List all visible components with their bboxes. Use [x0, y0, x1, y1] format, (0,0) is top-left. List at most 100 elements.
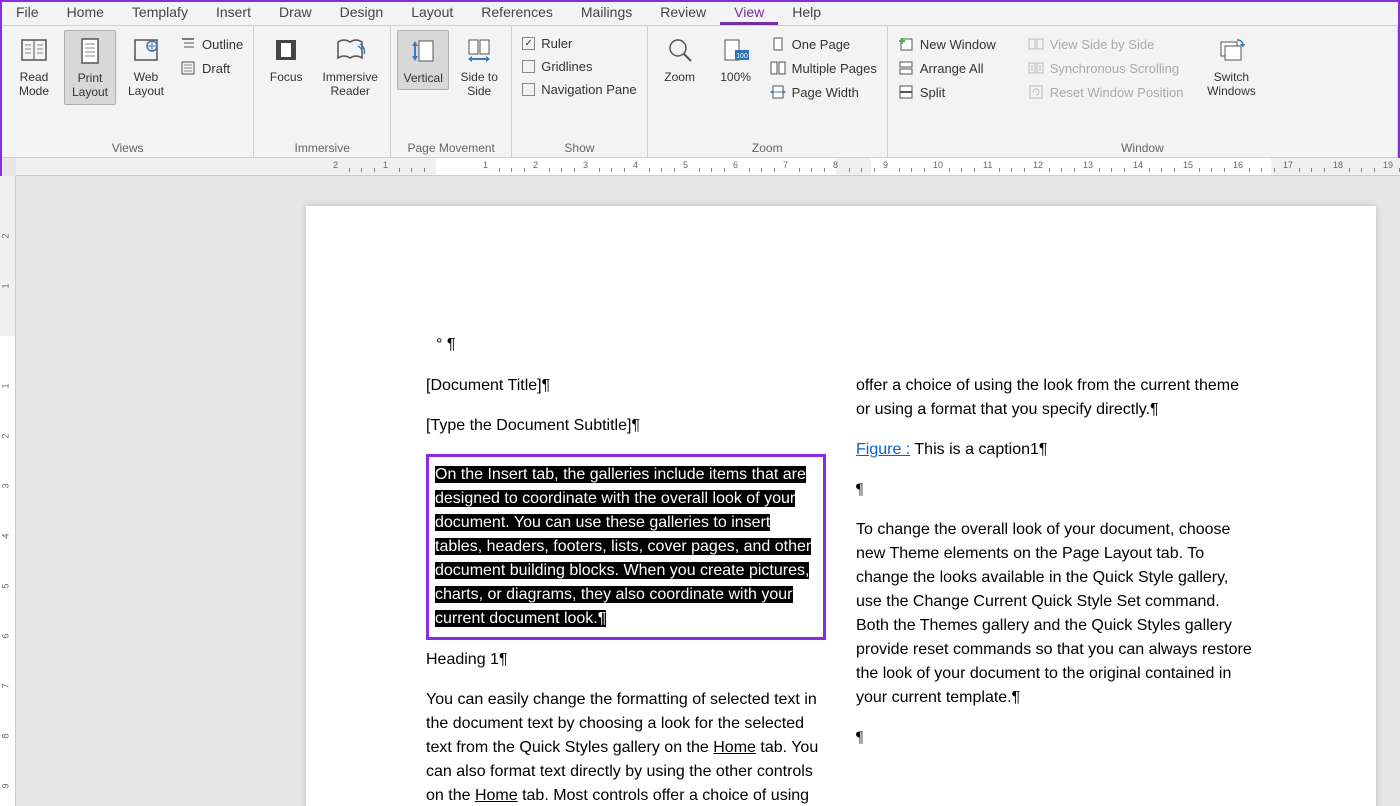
page-width-button[interactable]: Page Width [766, 82, 881, 102]
navigation-pane-checkbox[interactable]: Navigation Pane [518, 80, 640, 99]
read-mode-label: Read Mode [10, 70, 58, 99]
horizontal-ruler[interactable]: 2112345678910111213141516171819 [16, 158, 1400, 176]
switch-windows-button[interactable]: Switch Windows [1201, 30, 1261, 103]
side-to-side-label: Side to Side [455, 70, 503, 99]
heading-1[interactable]: Heading 1¶ [426, 648, 826, 672]
arrange-all-button[interactable]: Arrange All [894, 58, 1000, 78]
zoom-group-label: Zoom [654, 139, 881, 155]
menu-insert[interactable]: Insert [202, 2, 265, 25]
ribbon-group-window: New Window Arrange All Split [888, 26, 1398, 157]
menu-layout[interactable]: Layout [397, 2, 467, 25]
page-movement-group-label: Page Movement [397, 139, 505, 155]
gridlines-checkbox[interactable]: Gridlines [518, 57, 640, 76]
view-side-by-side-icon [1028, 36, 1044, 52]
multiple-pages-button[interactable]: Multiple Pages [766, 58, 881, 78]
figure-caption[interactable]: Figure : This is a caption1¶ [856, 438, 1256, 462]
draft-button[interactable]: Draft [176, 58, 247, 78]
menu-home[interactable]: Home [53, 2, 118, 25]
read-mode-icon [18, 34, 50, 66]
show-group-label: Show [518, 139, 640, 155]
immersive-group-label: Immersive [260, 139, 384, 155]
column-1: [Document Title]¶ [Type the Document Sub… [426, 374, 826, 806]
split-label: Split [920, 85, 945, 100]
page-width-label: Page Width [792, 85, 859, 100]
menu-view[interactable]: View [720, 2, 778, 25]
checkbox-icon [522, 60, 535, 73]
reset-window-position-icon [1028, 84, 1044, 100]
synchronous-scrolling-icon [1028, 60, 1044, 76]
immersive-reader-icon [334, 34, 366, 66]
figure-caption-text: This is a caption1¶ [910, 441, 1047, 458]
vertical-button[interactable]: Vertical [397, 30, 449, 90]
ruler-checkbox[interactable]: ✓ Ruler [518, 34, 640, 53]
read-mode-button[interactable]: Read Mode [8, 30, 60, 103]
hundred-percent-icon: 100 [720, 34, 752, 66]
menu-templafy[interactable]: Templafy [118, 2, 202, 25]
focus-button[interactable]: Focus [260, 30, 312, 88]
home-link-2: Home [475, 787, 518, 804]
focus-icon [270, 34, 302, 66]
home-link-1: Home [713, 739, 756, 756]
menu-design[interactable]: Design [326, 2, 398, 25]
document-subtitle-placeholder[interactable]: [Type the Document Subtitle]¶ [426, 414, 826, 438]
ribbon-group-zoom: Zoom 100 100% One Page [648, 26, 888, 157]
paragraph-2[interactable]: You can easily change the formatting of … [426, 688, 826, 806]
split-button[interactable]: Split [894, 82, 1000, 102]
web-layout-icon [130, 34, 162, 66]
outline-button[interactable]: Outline [176, 34, 247, 54]
switch-windows-icon [1215, 34, 1247, 66]
zoom-label: Zoom [664, 70, 695, 84]
ribbon: Read Mode Print Layout Web Layout [2, 26, 1398, 158]
ribbon-group-page-movement: Vertical Side to Side Page Movement [391, 26, 512, 157]
side-to-side-icon [463, 34, 495, 66]
menu-draw[interactable]: Draw [265, 2, 326, 25]
ruler-label: Ruler [541, 36, 572, 51]
hundred-percent-button[interactable]: 100 100% [710, 30, 762, 88]
menu-mailings[interactable]: Mailings [567, 2, 646, 25]
reset-window-position-label: Reset Window Position [1050, 85, 1184, 100]
arrange-all-label: Arrange All [920, 61, 984, 76]
print-layout-label: Print Layout [67, 71, 113, 100]
one-page-icon [770, 36, 786, 52]
view-side-by-side-button: View Side by Side [1024, 34, 1188, 54]
multiple-pages-label: Multiple Pages [792, 61, 877, 76]
document-title-placeholder[interactable]: [Document Title]¶ [426, 374, 826, 398]
split-icon [898, 84, 914, 100]
gridlines-label: Gridlines [541, 59, 592, 74]
view-side-by-side-label: View Side by Side [1050, 37, 1155, 52]
synchronous-scrolling-label: Synchronous Scrolling [1050, 61, 1179, 76]
vertical-ruler[interactable]: 21123456789 [0, 176, 16, 806]
one-page-button[interactable]: One Page [766, 34, 881, 54]
menu-help[interactable]: Help [778, 2, 835, 25]
immersive-reader-label: Immersive Reader [318, 70, 382, 99]
checkbox-icon [522, 83, 535, 96]
menu-review[interactable]: Review [646, 2, 720, 25]
menu-references[interactable]: References [467, 2, 567, 25]
empty-para-1[interactable]: ¶ [856, 478, 1256, 502]
empty-para-2[interactable]: ¶ [856, 726, 1256, 750]
side-to-side-button[interactable]: Side to Side [453, 30, 505, 103]
arrange-all-icon [898, 60, 914, 76]
synchronous-scrolling-button: Synchronous Scrolling [1024, 58, 1188, 78]
web-layout-button[interactable]: Web Layout [120, 30, 172, 103]
zoom-button[interactable]: Zoom [654, 30, 706, 88]
col2-top-para[interactable]: offer a choice of using the look from th… [856, 374, 1256, 422]
web-layout-label: Web Layout [122, 70, 170, 99]
selected-paragraph[interactable]: On the Insert tab, the galleries include… [435, 466, 811, 627]
document-area[interactable]: ° ¶ [Document Title]¶ [Type the Document… [16, 176, 1400, 806]
menu-bar: File Home Templafy Insert Draw Design La… [2, 2, 1398, 26]
document-page[interactable]: ° ¶ [Document Title]¶ [Type the Document… [306, 206, 1376, 806]
ribbon-group-show: ✓ Ruler Gridlines Navigation Pane Show [512, 26, 647, 157]
col2-main-para[interactable]: To change the overall look of your docum… [856, 518, 1256, 710]
multiple-pages-icon [770, 60, 786, 76]
degree-mark: ° ¶ [426, 336, 1316, 354]
print-layout-icon [74, 35, 106, 67]
print-layout-button[interactable]: Print Layout [64, 30, 116, 105]
switch-windows-label: Switch Windows [1203, 70, 1259, 99]
immersive-reader-button[interactable]: Immersive Reader [316, 30, 384, 103]
hundred-percent-label: 100% [720, 70, 751, 84]
figure-link: Figure : [856, 441, 910, 458]
new-window-button[interactable]: New Window [894, 34, 1000, 54]
menu-file[interactable]: File [2, 2, 53, 25]
draft-icon [180, 60, 196, 76]
